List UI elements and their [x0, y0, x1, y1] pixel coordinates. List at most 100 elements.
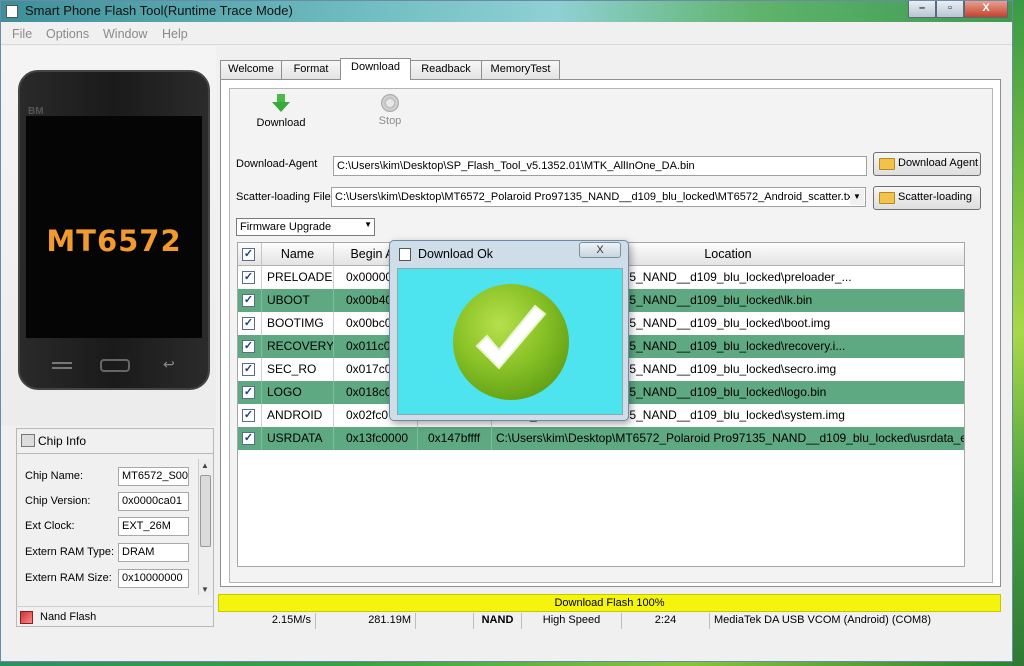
cell-name: LOGO — [262, 381, 334, 404]
cell-name: ANDROID — [262, 404, 334, 427]
status-storage: NAND — [474, 613, 522, 629]
chip-info-row: Extern RAM Size: 0x10000000 — [25, 569, 201, 589]
menu-window[interactable]: Window — [103, 27, 147, 41]
dialog-title: Download Ok — [418, 247, 494, 261]
row-checkbox[interactable]: ✓ — [242, 363, 255, 376]
cell-location: C:\Users\kim\Desktop\MT6572_Polaroid Pro… — [496, 431, 964, 445]
progress-bar: Download Flash 100% — [218, 594, 1001, 612]
download-button[interactable]: Download — [253, 94, 309, 129]
download-ok-dialog: Download Ok X — [389, 240, 629, 421]
success-check-icon — [453, 284, 569, 400]
scatter-loading-button[interactable]: Scatter-loading — [873, 186, 981, 210]
chevron-down-icon[interactable]: ▼ — [850, 189, 864, 205]
divider — [17, 453, 213, 454]
row-checkbox[interactable]: ✓ — [242, 432, 255, 445]
cell-name: BOOTIMG — [262, 312, 334, 335]
row-checkbox[interactable]: ✓ — [242, 409, 255, 422]
chevron-down-icon[interactable]: ▼ — [364, 220, 372, 229]
scatter-loading-button-label: Scatter-loading — [898, 191, 972, 203]
chip-info-value[interactable]: MT6572_S00 — [118, 467, 189, 486]
header-name[interactable]: Name — [262, 243, 334, 266]
cell-name: USRDATA — [262, 427, 334, 450]
chip-info-value[interactable]: 0x10000000 — [118, 569, 189, 588]
table-row[interactable]: ✓ USRDATA 0x13fc0000 0x147bffff C:\Users\kim… — [238, 427, 964, 450]
menu-file[interactable]: File — [12, 27, 32, 41]
scroll-up-icon[interactable]: ▲ — [201, 461, 209, 470]
phone-screen: MT6572 — [26, 116, 202, 338]
chip-info-label: Ext Clock: — [25, 520, 75, 532]
header-select-all[interactable]: ✓ — [238, 243, 262, 266]
chip-info-scrollbar[interactable]: ▲ ▼ — [198, 459, 212, 595]
tab-readback[interactable]: Readback — [410, 60, 482, 79]
menu-options[interactable]: Options — [46, 27, 89, 41]
nand-flash-section[interactable]: Nand Flash — [16, 606, 214, 628]
row-checkbox[interactable]: ✓ — [242, 317, 255, 330]
chip-info-header[interactable]: Chip Info — [21, 433, 86, 449]
close-button[interactable]: X — [964, 1, 1008, 18]
nand-flash-label: Nand Flash — [40, 611, 97, 623]
phone-chip-label: MT6572 — [46, 224, 182, 258]
row-checkbox[interactable]: ✓ — [242, 294, 255, 307]
phone-menu-key-icon — [52, 362, 72, 369]
folder-icon — [879, 192, 895, 204]
window-title: Smart Phone Flash Tool(Runtime Trace Mod… — [25, 3, 293, 18]
row-select-cell: ✓ — [238, 312, 262, 335]
scatter-label: Scatter-loading File — [236, 191, 331, 203]
maximize-button[interactable]: ▫ — [936, 1, 964, 18]
chip-info-value[interactable]: EXT_26M — [118, 517, 189, 536]
select-all-checkbox[interactable]: ✓ — [242, 248, 255, 261]
tab-format[interactable]: Format — [281, 60, 341, 79]
chip-info-title: Chip Info — [38, 433, 87, 448]
tab-memorytest[interactable]: MemoryTest — [481, 60, 560, 79]
chip-info-label: Extern RAM Type: — [25, 546, 115, 558]
status-time: 2:24 — [622, 613, 710, 629]
title-bar[interactable]: Smart Phone Flash Tool(Runtime Trace Mod… — [1, 1, 1012, 22]
row-checkbox[interactable]: ✓ — [242, 340, 255, 353]
minimize-button[interactable]: – — [908, 1, 936, 18]
chip-info-panel: Chip Info Chip Name: MT6572_S00 Chip Ver… — [16, 428, 214, 627]
chip-info-row: Chip Version: 0x0000ca01 — [25, 492, 201, 512]
download-button-label: Download — [256, 117, 306, 129]
cell-name: UBOOT — [262, 289, 334, 312]
scatter-file-combo[interactable]: C:\Users\kim\Desktop\MT6572_Polaroid Pro… — [331, 187, 866, 207]
row-checkbox[interactable]: ✓ — [242, 386, 255, 399]
download-agent-button-label: Download Agent — [898, 157, 979, 169]
stop-button[interactable]: Stop — [369, 94, 411, 127]
download-agent-field[interactable]: C:\Users\kim\Desktop\SP_Flash_Tool_v5.13… — [333, 156, 867, 176]
menu-help[interactable]: Help — [162, 27, 188, 41]
dialog-body — [397, 268, 623, 415]
window-controls: – ▫ X — [908, 1, 1008, 19]
cell-end: 0x147bffff — [418, 427, 492, 450]
cell-begin: 0x13fc0000 — [334, 427, 418, 450]
scroll-thumb[interactable] — [200, 475, 211, 547]
download-agent-button[interactable]: Download Agent — [873, 152, 981, 176]
dialog-close-button[interactable]: X — [579, 242, 621, 258]
row-checkbox[interactable]: ✓ — [242, 271, 255, 284]
menu-bar: File Options Window Help — [1, 23, 1012, 45]
status-size: 281.19M — [316, 613, 416, 629]
mode-select-value: Firmware Upgrade — [240, 221, 332, 233]
app-window: Smart Phone Flash Tool(Runtime Trace Mod… — [0, 0, 1013, 662]
status-usb-speed: High Speed — [522, 613, 622, 629]
chip-info-icon — [21, 434, 35, 448]
chip-info-value[interactable]: DRAM — [118, 543, 189, 562]
mode-select[interactable]: Firmware Upgrade ▼ — [236, 218, 375, 236]
phone-preview-area: BM MT6572 ↩ — [1, 46, 216, 426]
status-port: MediaTek DA USB VCOM (Android) (COM8) — [714, 614, 931, 626]
row-select-cell: ✓ — [238, 404, 262, 427]
phone-back-key-icon: ↩ — [163, 356, 175, 372]
scroll-down-icon[interactable]: ▼ — [201, 585, 209, 594]
tab-welcome[interactable]: Welcome — [220, 60, 282, 79]
status-empty — [416, 613, 474, 629]
dialog-app-icon — [399, 248, 411, 261]
chip-info-label: Chip Name: — [25, 470, 84, 482]
chip-info-value[interactable]: 0x0000ca01 — [118, 492, 189, 511]
download-arrow-icon — [272, 94, 290, 114]
folder-icon — [879, 158, 895, 170]
row-select-cell: ✓ — [238, 266, 262, 289]
status-bar: 2.15M/s 281.19M NAND High Speed 2:24 Med… — [218, 613, 1001, 629]
app-icon — [6, 5, 18, 18]
tab-download[interactable]: Download — [340, 58, 411, 80]
chip-info-row: Chip Name: MT6572_S00 — [25, 467, 201, 487]
desktop-background — [1012, 0, 1024, 666]
